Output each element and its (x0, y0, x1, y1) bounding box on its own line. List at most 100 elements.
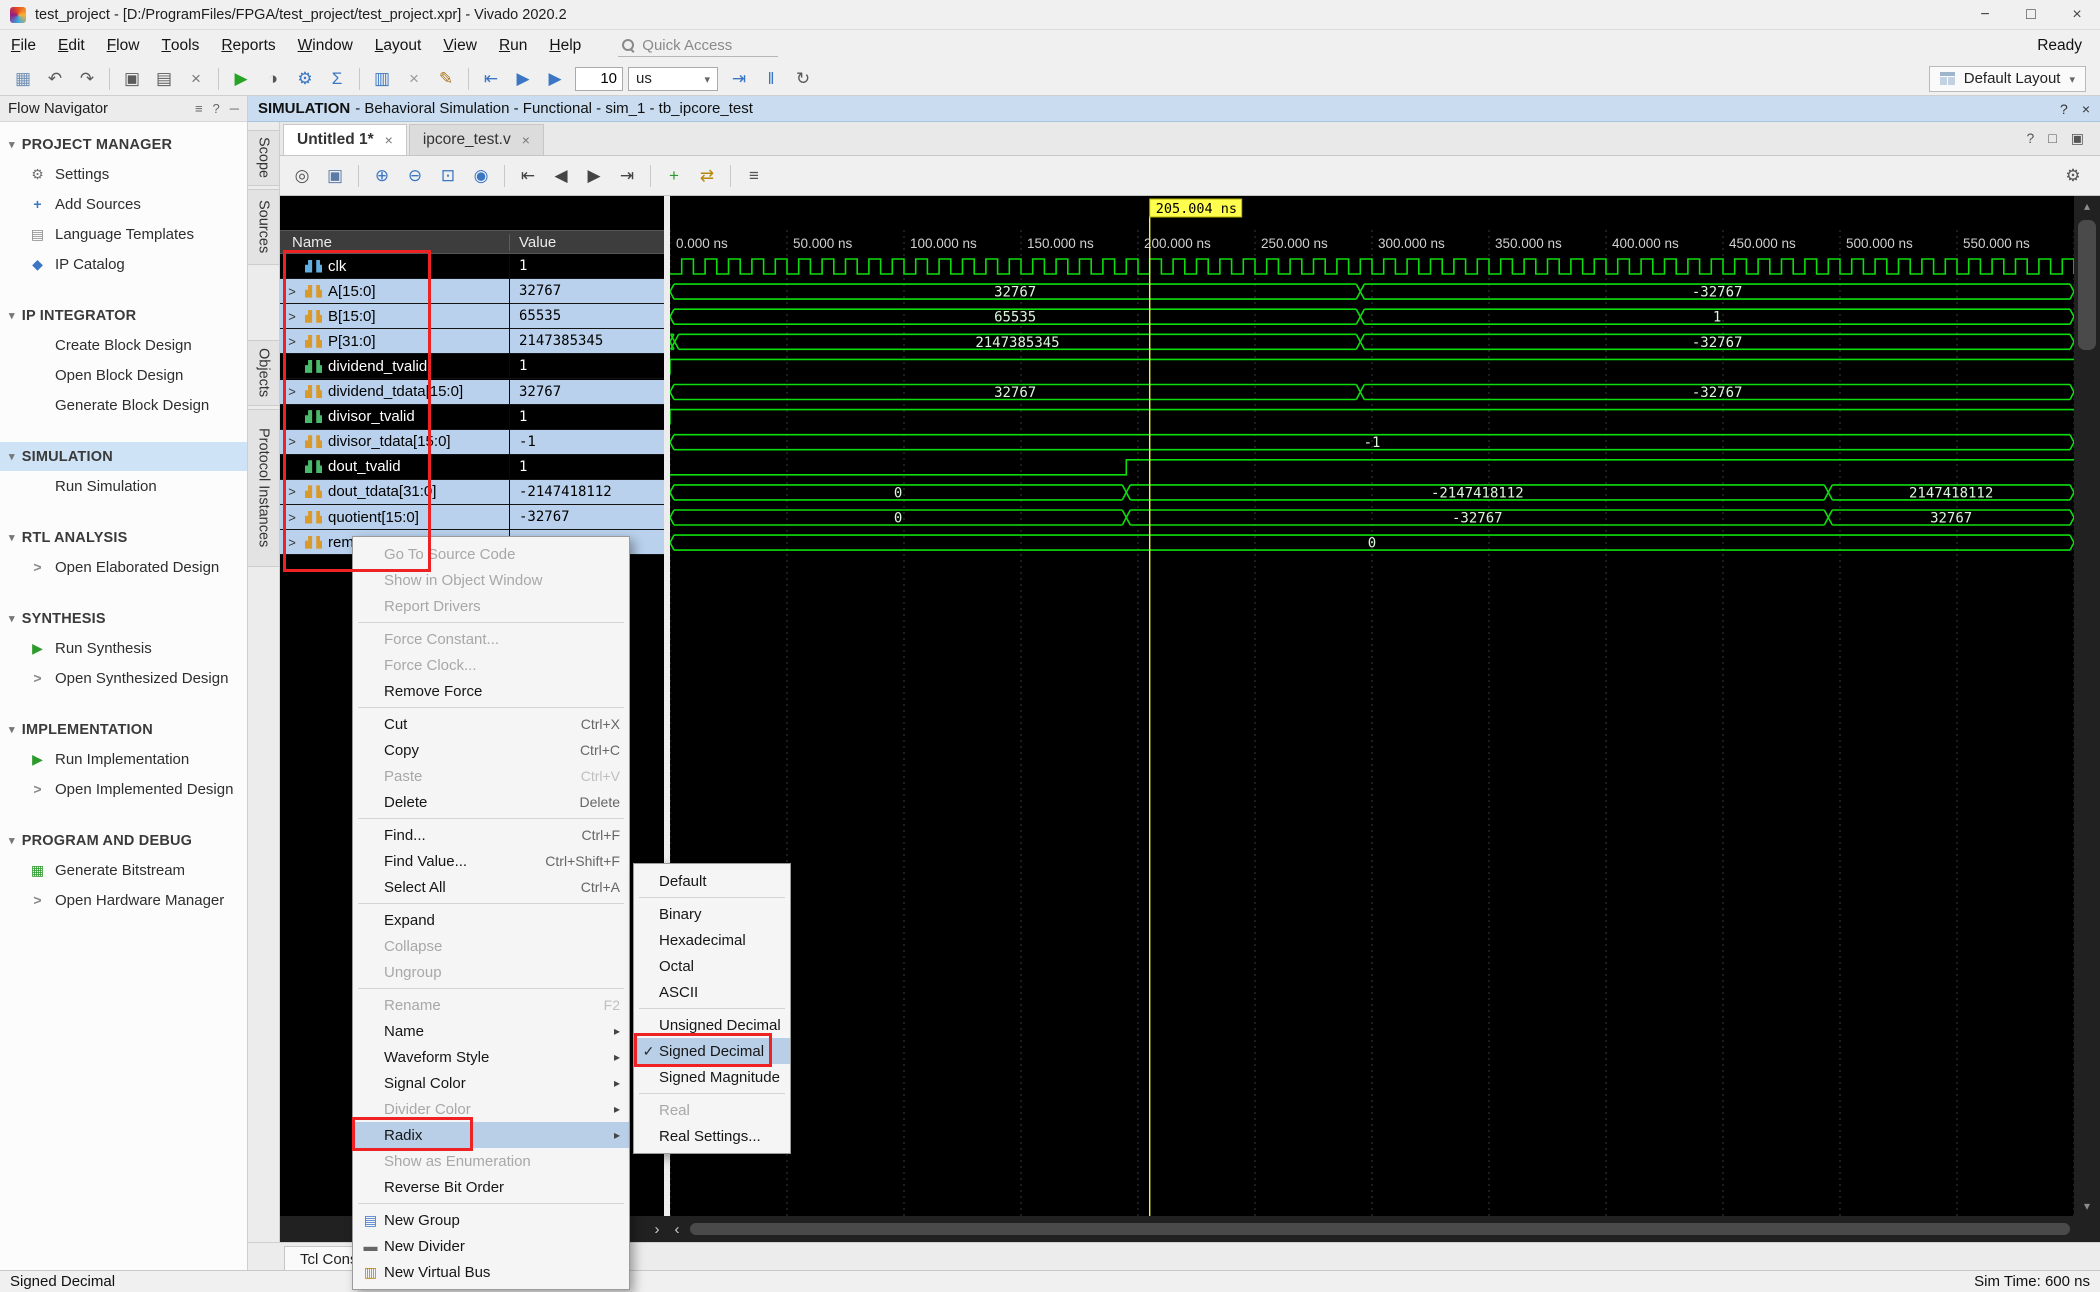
layout-selector[interactable]: Default Layout (1929, 66, 2086, 92)
signal-row-dividend-tvalid[interactable]: dividend_tvalid1 (280, 354, 664, 379)
tab-ipcore-test-v[interactable]: ipcore_test.v× (409, 124, 544, 155)
menu-item-hexadecimal[interactable]: Hexadecimal (634, 927, 790, 953)
flow-item-run-synthesis[interactable]: ▶Run Synthesis (0, 633, 247, 663)
expand-arrow-icon[interactable]: > (285, 535, 299, 550)
edit-icon[interactable]: ✎ (431, 65, 461, 93)
go-last-icon[interactable]: ⇥ (612, 162, 642, 190)
signal-row-p-31-0[interactable]: >P[31:0]2147385345 (280, 329, 664, 354)
minimize-button[interactable] (1962, 0, 2008, 29)
close-tab-icon[interactable]: × (522, 132, 530, 148)
flow-item-ip-catalog[interactable]: ◆IP Catalog (0, 249, 247, 279)
sum-icon[interactable]: Σ (322, 65, 352, 93)
signal-row-dout-tdata-31-0[interactable]: >dout_tdata[31:0]-2147418112 (280, 480, 664, 505)
menu-item-real-settings[interactable]: Real Settings... (634, 1123, 790, 1149)
menu-file[interactable]: File (0, 30, 47, 62)
expand-arrow-icon[interactable]: > (285, 434, 299, 449)
menu-reports[interactable]: Reports (210, 30, 286, 62)
quick-access-search[interactable]: Quick Access (618, 35, 778, 57)
signal-row-a-15-0[interactable]: >A[15:0]32767 (280, 279, 664, 304)
save-icon[interactable]: ▣ (320, 162, 350, 190)
close-icon[interactable] (2082, 101, 2090, 117)
menu-window[interactable]: Window (287, 30, 364, 62)
open-icon[interactable]: ▦ (8, 65, 38, 93)
expand-arrow-icon[interactable]: > (285, 484, 299, 499)
expand-arrow-icon[interactable]: > (285, 510, 299, 525)
menu-item-waveform-style[interactable]: Waveform Style▸ (353, 1044, 629, 1070)
zoom-fit-icon[interactable]: ⊡ (433, 162, 463, 190)
waveform-canvas[interactable]: 0.000 ns50.000 ns100.000 ns150.000 ns200… (670, 196, 2074, 1216)
menu-item-cut[interactable]: CutCtrl+X (353, 711, 629, 737)
close-tab-icon[interactable]: × (385, 132, 393, 148)
menu-item-unsigned-decimal[interactable]: Unsigned Decimal (634, 1012, 790, 1038)
menu-item-ascii[interactable]: ASCII (634, 979, 790, 1005)
settings-icon[interactable]: ⚙ (290, 65, 320, 93)
flow-section-header-ip-integrator[interactable]: ▾IP INTEGRATOR (0, 301, 247, 330)
run-time-input[interactable] (575, 67, 623, 91)
menu-item-default[interactable]: Default (634, 868, 790, 894)
menu-item-signal-color[interactable]: Signal Color▸ (353, 1070, 629, 1096)
menu-item-new-divider[interactable]: ▬New Divider (353, 1233, 629, 1259)
menu-item-binary[interactable]: Binary (634, 901, 790, 927)
side-tab-objects[interactable]: Objects (248, 340, 280, 406)
menu-view[interactable]: View (432, 30, 488, 62)
maximize-icon[interactable] (2071, 130, 2084, 147)
menu-item-reverse-bit-order[interactable]: Reverse Bit Order (353, 1174, 629, 1200)
scroll-down-icon[interactable] (2074, 1196, 2100, 1216)
menu-run[interactable]: Run (488, 30, 538, 62)
paste-icon[interactable]: ▤ (149, 65, 179, 93)
signal-row-b-15-0[interactable]: >B[15:0]65535 (280, 304, 664, 329)
scroll-up-icon[interactable] (2074, 196, 2100, 216)
flow-section-header-project-manager[interactable]: ▾PROJECT MANAGER (0, 130, 247, 159)
menu-item-expand[interactable]: Expand (353, 907, 629, 933)
dashboard-icon[interactable]: ◑ (258, 65, 288, 93)
menu-item-delete[interactable]: DeleteDelete (353, 789, 629, 815)
menu-flow[interactable]: Flow (96, 30, 151, 62)
menu-item-new-group[interactable]: ▤New Group (353, 1207, 629, 1233)
snap-icon[interactable]: ≡ (739, 162, 769, 190)
signal-row-dout-tvalid[interactable]: dout_tvalid1 (280, 455, 664, 480)
flow-section-header-simulation[interactable]: ▾SIMULATION (0, 442, 247, 471)
menu-edit[interactable]: Edit (47, 30, 96, 62)
flow-section-header-program-and-debug[interactable]: ▾PROGRAM AND DEBUG (0, 826, 247, 855)
menu-item-name[interactable]: Name▸ (353, 1018, 629, 1044)
side-tab-protocol-instances[interactable]: Protocol Instances (248, 409, 280, 567)
menu-item-select-all[interactable]: Select AllCtrl+A (353, 874, 629, 900)
flow-item-create-block-design[interactable]: Create Block Design (0, 330, 247, 360)
minimize-icon[interactable] (230, 101, 239, 116)
undo-icon[interactable]: ↶ (40, 65, 70, 93)
add-cursor-icon[interactable]: + (659, 162, 689, 190)
signal-row-divisor-tvalid[interactable]: divisor_tvalid1 (280, 405, 664, 430)
waveform-settings-gear-icon[interactable] (2058, 162, 2088, 190)
menu-tools[interactable]: Tools (150, 30, 210, 62)
tab-untitled-1[interactable]: Untitled 1*× (283, 124, 407, 155)
relaunch-icon[interactable]: ↻ (788, 65, 818, 93)
run-icon[interactable]: ▶ (226, 65, 256, 93)
menu-item-remove-force[interactable]: Remove Force (353, 678, 629, 704)
restart-icon[interactable]: ⇤ (476, 65, 506, 93)
flow-item-generate-bitstream[interactable]: ▦Generate Bitstream (0, 855, 247, 885)
expand-arrow-icon[interactable]: > (285, 284, 299, 299)
signal-row-clk[interactable]: clk1 (280, 254, 664, 279)
pause-icon[interactable]: ‖ (756, 65, 786, 93)
flow-section-header-implementation[interactable]: ▾IMPLEMENTATION (0, 715, 247, 744)
flow-item-open-block-design[interactable]: Open Block Design (0, 360, 247, 390)
menu-item-signed-magnitude[interactable]: Signed Magnitude (634, 1064, 790, 1090)
copy-icon[interactable]: ▣ (117, 65, 147, 93)
side-tab-sources[interactable]: Sources (248, 189, 280, 265)
collapse-right-icon[interactable] (648, 1216, 666, 1242)
help-icon[interactable] (213, 101, 220, 116)
find-icon[interactable]: ◎ (287, 162, 317, 190)
float-icon[interactable] (2048, 130, 2056, 147)
menu-item-find-value[interactable]: Find Value...Ctrl+Shift+F (353, 848, 629, 874)
menu-item-find[interactable]: Find...Ctrl+F (353, 822, 629, 848)
menu-item-octal[interactable]: Octal (634, 953, 790, 979)
collapse-all-icon[interactable] (195, 101, 203, 116)
expand-arrow-icon[interactable]: > (285, 309, 299, 324)
flow-item-generate-block-design[interactable]: Generate Block Design (0, 390, 247, 420)
vertical-scroll-thumb[interactable] (2078, 220, 2096, 350)
delete-icon[interactable]: × (181, 65, 211, 93)
signal-row-quotient-15-0[interactable]: >quotient[15:0]-32767 (280, 505, 664, 530)
run-for-icon[interactable]: ▶ (540, 65, 570, 93)
horizontal-scroll-thumb[interactable] (690, 1223, 2070, 1235)
flow-item-add-sources[interactable]: +Add Sources (0, 189, 247, 219)
